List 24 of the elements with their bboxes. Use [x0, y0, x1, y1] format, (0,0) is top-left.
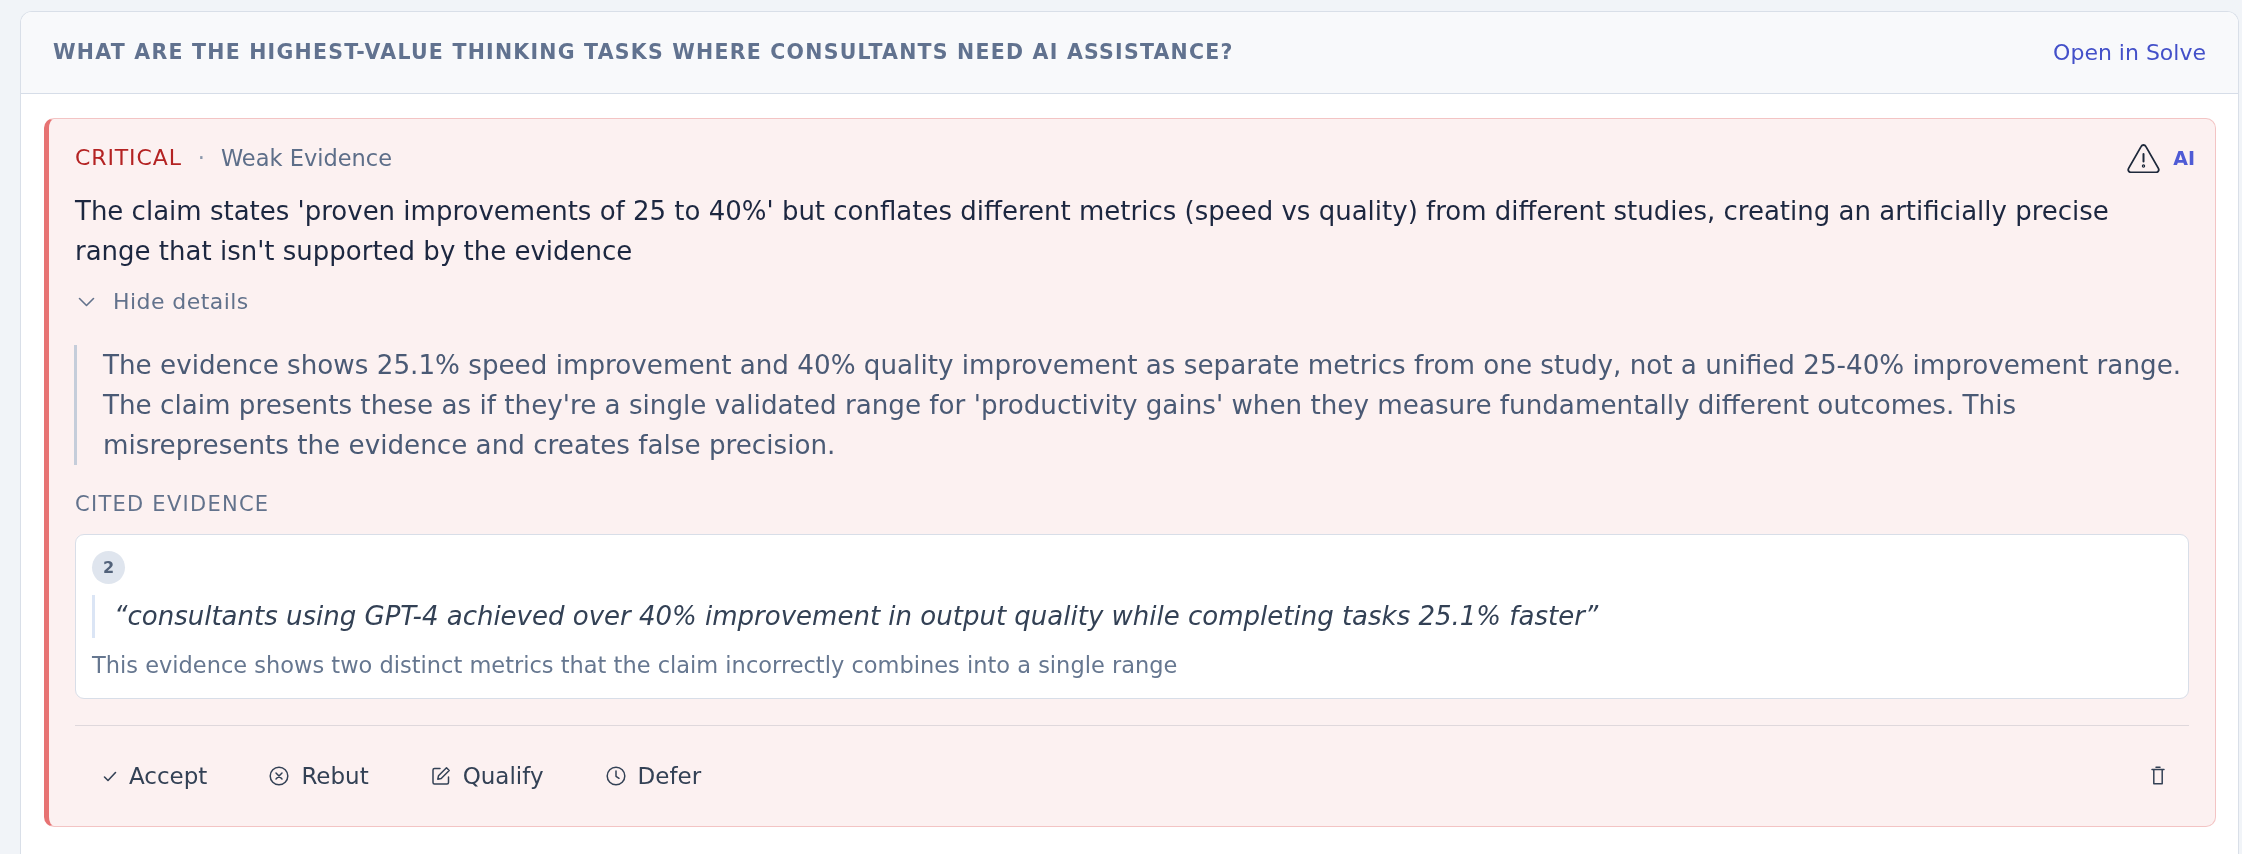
hide-details-toggle[interactable]: Hide details [75, 287, 249, 317]
circle-x-icon [269, 766, 290, 786]
edit-icon [430, 766, 451, 786]
separator-dot: · [197, 144, 205, 173]
evidence-quote: “consultants using GPT-4 achieved over 40% improvement in output quality while completing tasks 25.1% faster” [92, 595, 2172, 638]
action-button[interactable]: Accept [87, 756, 224, 796]
chevron-down-icon [78, 297, 95, 307]
question-title: WHAT ARE THE HIGHEST-VALUE THINKING TASKS WHERE CONSULTANTS NEED AI ASSISTANCE? [53, 40, 1234, 65]
claim-text: The claim states 'proven improvements of 25 to 40%' but conflates different metrics (speed vs quality) from different studies, creating an artificially precise range that isn't supported by the evidence [75, 195, 2110, 268]
severity-label: CRITICAL [75, 144, 182, 172]
explanation-text: The evidence shows 25.1% speed improvement and 40% quality improvement as separate metrics from one study, not a unified 25-40% improvement range. The claim presents these as if they're a single validated range for 'productivity gains' when they measure fundamentally different outcomes. This misrepresents the evidence and creates false precision. [74, 345, 2189, 465]
open-in-solve-link[interactable]: Open in Solve [2053, 36, 2206, 69]
trash-icon [2151, 766, 2165, 786]
evidence-note: This evidence shows two distinct metrics that the claim incorrectly combines into a single range [92, 651, 1179, 679]
citation-number: 2 [92, 551, 125, 584]
clock-icon [605, 766, 626, 786]
action-button[interactable]: Defer [589, 756, 718, 796]
warning-icon [2127, 143, 2161, 173]
ai-label: AI [2173, 145, 2195, 171]
cited-evidence-heading: CITED EVIDENCE [75, 491, 271, 518]
category-label: Weak Evidence [220, 144, 393, 173]
check-icon [103, 770, 117, 782]
action-button[interactable]: Rebut [253, 756, 385, 796]
action-button[interactable]: Qualify [414, 756, 560, 796]
